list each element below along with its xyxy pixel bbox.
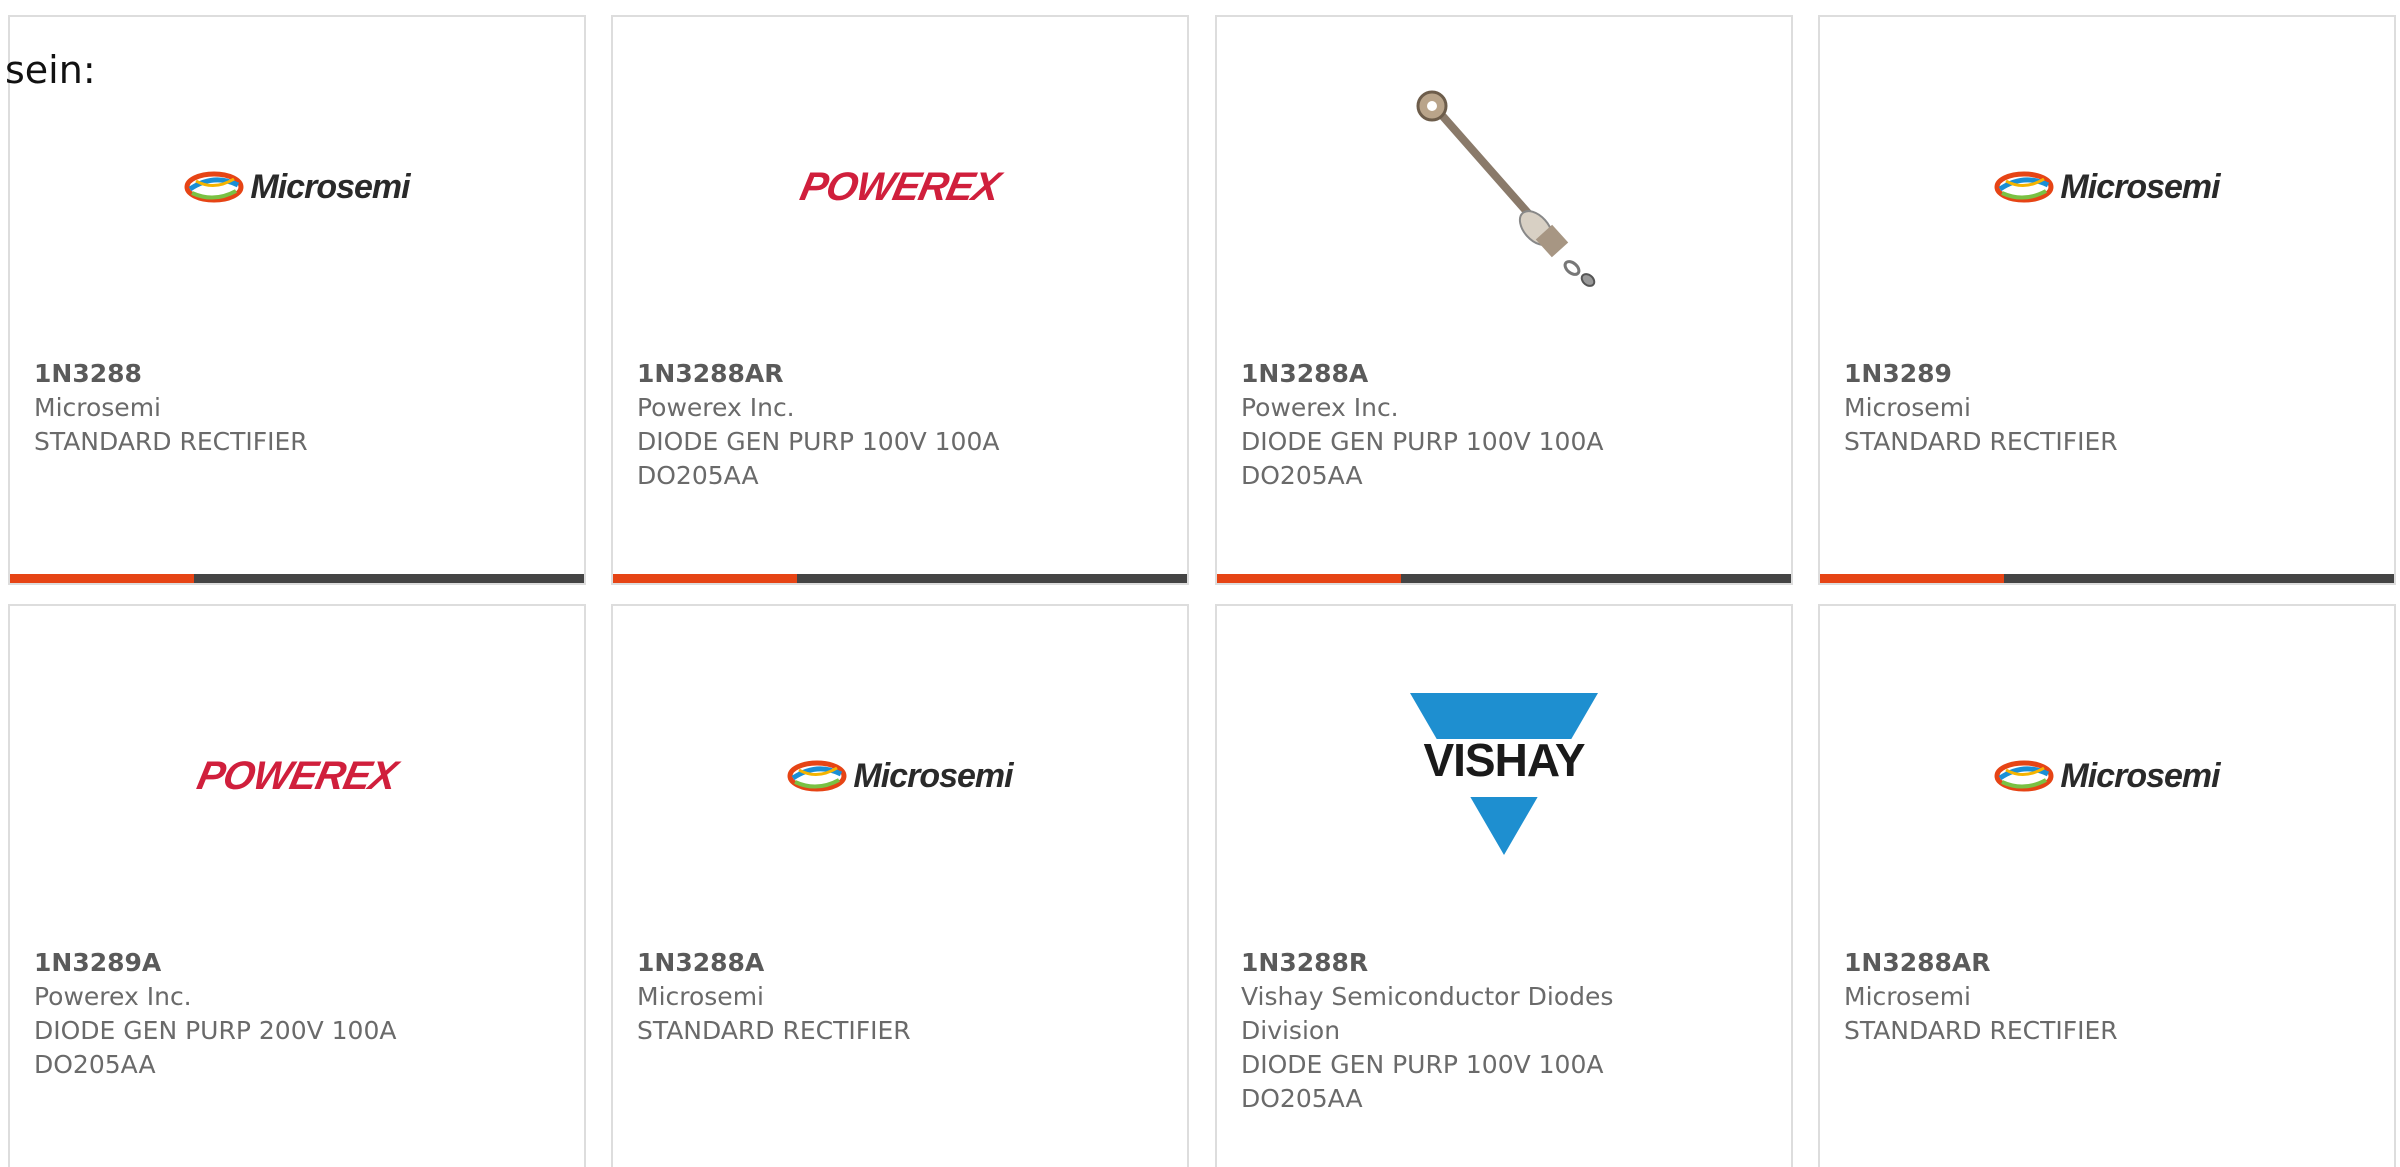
microsemi-logo: Microsemi [184, 168, 411, 207]
product-info: 1N3289 Microsemi STANDARD RECTIFIER [1844, 357, 2370, 459]
description: DIODE GEN PURP 200V 100A [34, 1016, 397, 1045]
product-info: 1N3288A Powerex Inc. DIODE GEN PURP 100V… [1241, 357, 1767, 493]
product-card[interactable]: VISHAY 1N3288R Vishay Semiconductor Diod… [1215, 604, 1793, 1167]
description: STANDARD RECTIFIER [637, 1016, 911, 1045]
manufacturer: Microsemi [637, 982, 764, 1011]
powerex-logo: POWEREX [796, 164, 1004, 209]
progress-fill [1820, 574, 2004, 583]
description: DO205AA [34, 1050, 156, 1079]
progress-fill [613, 574, 797, 583]
microsemi-logo: Microsemi [1994, 168, 2221, 207]
microsemi-logo: Microsemi [1994, 757, 2221, 796]
vishay-logo: VISHAY [1404, 691, 1604, 861]
manufacturer: Microsemi [1844, 982, 1971, 1011]
powerex-logo: POWEREX [193, 753, 401, 798]
progress-bar [1820, 574, 2394, 583]
part-number[interactable]: 1N3288AR [637, 357, 1163, 391]
manufacturer: Powerex Inc. [637, 393, 795, 422]
product-card[interactable]: 1N3288A Powerex Inc. DIODE GEN PURP 100V… [1215, 15, 1793, 585]
manufacturer-logo: Microsemi [10, 77, 584, 297]
manufacturer: Powerex Inc. [34, 982, 192, 1011]
description: STANDARD RECTIFIER [1844, 1016, 2118, 1045]
product-card[interactable]: Microsemi 1N3288 Microsemi STANDARD RECT… [8, 15, 586, 585]
manufacturer-logo: Microsemi [1820, 666, 2394, 886]
intro-text: sein: [5, 48, 96, 92]
microsemi-swirl-icon [1994, 760, 2054, 792]
description: DO205AA [1241, 461, 1363, 490]
product-info: 1N3288AR Microsemi STANDARD RECTIFIER [1844, 946, 2370, 1048]
manufacturer: Powerex Inc. [1241, 393, 1399, 422]
manufacturer-logo: POWEREX [613, 77, 1187, 297]
product-card[interactable]: POWEREX 1N3288AR Powerex Inc. DIODE GEN … [611, 15, 1189, 585]
manufacturer-logo: Microsemi [1820, 77, 2394, 297]
product-info: 1N3288R Vishay Semiconductor Diodes Divi… [1241, 946, 1767, 1116]
description: DO205AA [637, 461, 759, 490]
microsemi-swirl-icon [1994, 171, 2054, 203]
product-grid: sein: Microsemi 1N3288 Microsemi STANDAR… [0, 0, 2400, 1167]
microsemi-swirl-icon [787, 760, 847, 792]
part-number[interactable]: 1N3289 [1844, 357, 2370, 391]
product-info: 1N3288AR Powerex Inc. DIODE GEN PURP 100… [637, 357, 1163, 493]
microsemi-swirl-icon [184, 171, 244, 203]
manufacturer-logo: POWEREX [10, 666, 584, 886]
description: DIODE GEN PURP 100V 100A [1241, 427, 1604, 456]
description: STANDARD RECTIFIER [1844, 427, 2118, 456]
description: STANDARD RECTIFIER [34, 427, 308, 456]
manufacturer: Microsemi [34, 393, 161, 422]
product-info: 1N3288 Microsemi STANDARD RECTIFIER [34, 357, 560, 459]
description: DIODE GEN PURP 100V 100A [637, 427, 1000, 456]
part-number[interactable]: 1N3288 [34, 357, 560, 391]
manufacturer-logo: VISHAY [1217, 666, 1791, 886]
product-card[interactable]: Microsemi 1N3289 Microsemi STANDARD RECT… [1818, 15, 2396, 585]
manufacturer-logo: Microsemi [613, 666, 1187, 886]
stud-diode-photo-icon [1404, 82, 1604, 292]
part-number[interactable]: 1N3288A [637, 946, 1163, 980]
manufacturer: Vishay Semiconductor Diodes Division [1241, 982, 1614, 1045]
description: DO205AA [1241, 1084, 1363, 1113]
progress-fill [10, 574, 194, 583]
progress-fill [1217, 574, 1401, 583]
product-info: 1N3289A Powerex Inc. DIODE GEN PURP 200V… [34, 946, 560, 1082]
part-number[interactable]: 1N3289A [34, 946, 560, 980]
product-card[interactable]: POWEREX 1N3289A Powerex Inc. DIODE GEN P… [8, 604, 586, 1167]
progress-bar [613, 574, 1187, 583]
part-number[interactable]: 1N3288A [1241, 357, 1767, 391]
product-card[interactable]: Microsemi 1N3288AR Microsemi STANDARD RE… [1818, 604, 2396, 1167]
product-info: 1N3288A Microsemi STANDARD RECTIFIER [637, 946, 1163, 1048]
manufacturer: Microsemi [1844, 393, 1971, 422]
part-number[interactable]: 1N3288R [1241, 946, 1767, 980]
part-number[interactable]: 1N3288AR [1844, 946, 2370, 980]
progress-bar [1217, 574, 1791, 583]
description: DIODE GEN PURP 100V 100A [1241, 1050, 1604, 1079]
product-card[interactable]: Microsemi 1N3288A Microsemi STANDARD REC… [611, 604, 1189, 1167]
product-image [1217, 77, 1791, 297]
microsemi-logo: Microsemi [787, 757, 1014, 796]
progress-bar [10, 574, 584, 583]
